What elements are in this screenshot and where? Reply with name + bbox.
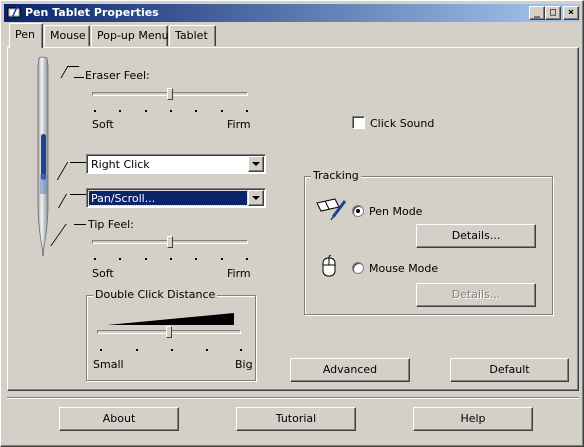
tip-feel-tick xyxy=(94,258,96,260)
tab-mouse[interactable]: Mouse xyxy=(44,25,90,46)
double-click-distance-min-label: Small xyxy=(93,358,124,371)
eraser-feel-tick xyxy=(195,110,197,112)
upper-side-switch-select[interactable]: Right Click xyxy=(86,154,266,174)
tab-mouse-label: Mouse xyxy=(50,29,86,42)
double-click-distance-tick xyxy=(136,349,138,351)
upper-side-switch-value: Right Click xyxy=(91,158,150,171)
mouse-mode-label: Mouse Mode xyxy=(369,262,439,275)
double-click-distance-tick xyxy=(206,349,208,351)
eraser-feel-tick xyxy=(170,110,172,112)
pen-mode-label: Pen Mode xyxy=(369,205,423,218)
tab-tablet[interactable]: Tablet xyxy=(169,25,216,46)
tracking-label: Tracking xyxy=(311,169,361,182)
default-button-label: Default xyxy=(489,363,530,376)
tip-feel-tick xyxy=(170,258,172,260)
title-bar[interactable]: Pen Tablet Properties _ □ × xyxy=(4,4,580,22)
pen-mode-details-label: Details... xyxy=(451,229,501,242)
pen-mode-icon xyxy=(316,198,347,221)
double-click-distance-max-label: Big xyxy=(235,358,253,371)
click-sound-label: Click Sound xyxy=(370,117,435,130)
double-click-distance-label: Double Click Distance xyxy=(93,288,218,301)
about-button-label: About xyxy=(102,412,136,425)
double-click-distance-tick xyxy=(100,349,102,351)
pen-mode-radio[interactable] xyxy=(352,205,364,217)
window-title: Pen Tablet Properties xyxy=(25,6,159,19)
about-button[interactable]: About xyxy=(59,407,179,431)
tip-feel-label: Tip Feel: xyxy=(88,218,134,231)
eraser-feel-min-label: Soft xyxy=(92,118,114,131)
double-click-distance-group: Double Click Distance Small Big xyxy=(86,288,256,381)
pen-mode-details-button[interactable]: Details... xyxy=(416,224,536,248)
tab-tablet-label: Tablet xyxy=(175,29,208,42)
double-click-distance-tick xyxy=(240,349,242,351)
lower-side-switch-select[interactable]: Pan/Scroll... xyxy=(86,188,266,208)
distance-wedge-icon xyxy=(107,313,234,325)
tip-feel-tick xyxy=(195,258,197,260)
pen-tab-panel: Eraser Feel: Soft Firm Click Sound Right… xyxy=(7,47,579,391)
mouse-mode-details-label: Details... xyxy=(451,288,501,301)
eraser-feel-tick xyxy=(145,110,147,112)
eraser-feel-label: Eraser Feel: xyxy=(85,69,150,82)
tip-feel-slider-thumb[interactable] xyxy=(167,236,173,248)
chevron-down-icon[interactable] xyxy=(248,190,264,206)
chevron-down-icon[interactable] xyxy=(248,156,264,172)
advanced-button-label: Advanced xyxy=(322,363,378,376)
mouse-mode-details-button[interactable]: Details... xyxy=(416,283,536,307)
eraser-feel-tick xyxy=(119,110,121,112)
eraser-feel-tick xyxy=(94,110,96,112)
close-button[interactable]: × xyxy=(563,6,579,20)
eraser-feel-slider-thumb[interactable] xyxy=(167,88,173,100)
mouse-mode-icon xyxy=(322,255,336,277)
upper-button-leader-slope xyxy=(56,162,78,180)
tracking-group: Tracking Pen Mode Details... Mouse Mode … xyxy=(304,169,553,315)
mouse-mode-radio[interactable] xyxy=(352,262,364,274)
default-button[interactable]: Default xyxy=(450,358,569,382)
tab-popup-menu-label: Pop-up Menu xyxy=(97,29,169,42)
tutorial-button[interactable]: Tutorial xyxy=(236,407,356,431)
pen-illustration xyxy=(37,56,49,256)
tablet-app-icon xyxy=(7,6,21,19)
tab-popup-menu[interactable]: Pop-up Menu xyxy=(91,25,169,46)
tip-feel-tick xyxy=(221,258,223,260)
tip-feel-tick xyxy=(246,258,248,260)
tip-feel-tick xyxy=(145,258,147,260)
tab-pen[interactable]: Pen xyxy=(9,23,43,48)
eraser-feel-tick xyxy=(246,110,248,112)
maximize-button[interactable]: □ xyxy=(545,6,561,20)
lower-side-switch-value: Pan/Scroll... xyxy=(88,190,248,206)
double-click-distance-slider-thumb[interactable] xyxy=(166,326,172,338)
double-click-distance-tick xyxy=(171,349,173,351)
tip-feel-min-label: Soft xyxy=(92,267,114,280)
eraser-feel-max-label: Firm xyxy=(227,118,251,131)
minimize-button[interactable]: _ xyxy=(529,6,545,20)
help-button-label: Help xyxy=(460,412,486,425)
tab-pen-label: Pen xyxy=(15,28,35,41)
click-sound-checkbox[interactable] xyxy=(352,116,365,129)
help-button[interactable]: Help xyxy=(413,407,533,431)
eraser-leader-tail xyxy=(74,77,84,78)
tip-feel-max-label: Firm xyxy=(227,267,251,280)
tutorial-button-label: Tutorial xyxy=(275,412,317,425)
eraser-feel-tick xyxy=(221,110,223,112)
tip-feel-tick xyxy=(119,258,121,260)
advanced-button[interactable]: Advanced xyxy=(290,358,410,382)
pen-tablet-properties-window: Pen Tablet Properties _ □ × Pen Mouse Po… xyxy=(0,0,584,447)
footer-separator xyxy=(7,397,579,399)
lower-button-leader-slope xyxy=(57,194,77,208)
